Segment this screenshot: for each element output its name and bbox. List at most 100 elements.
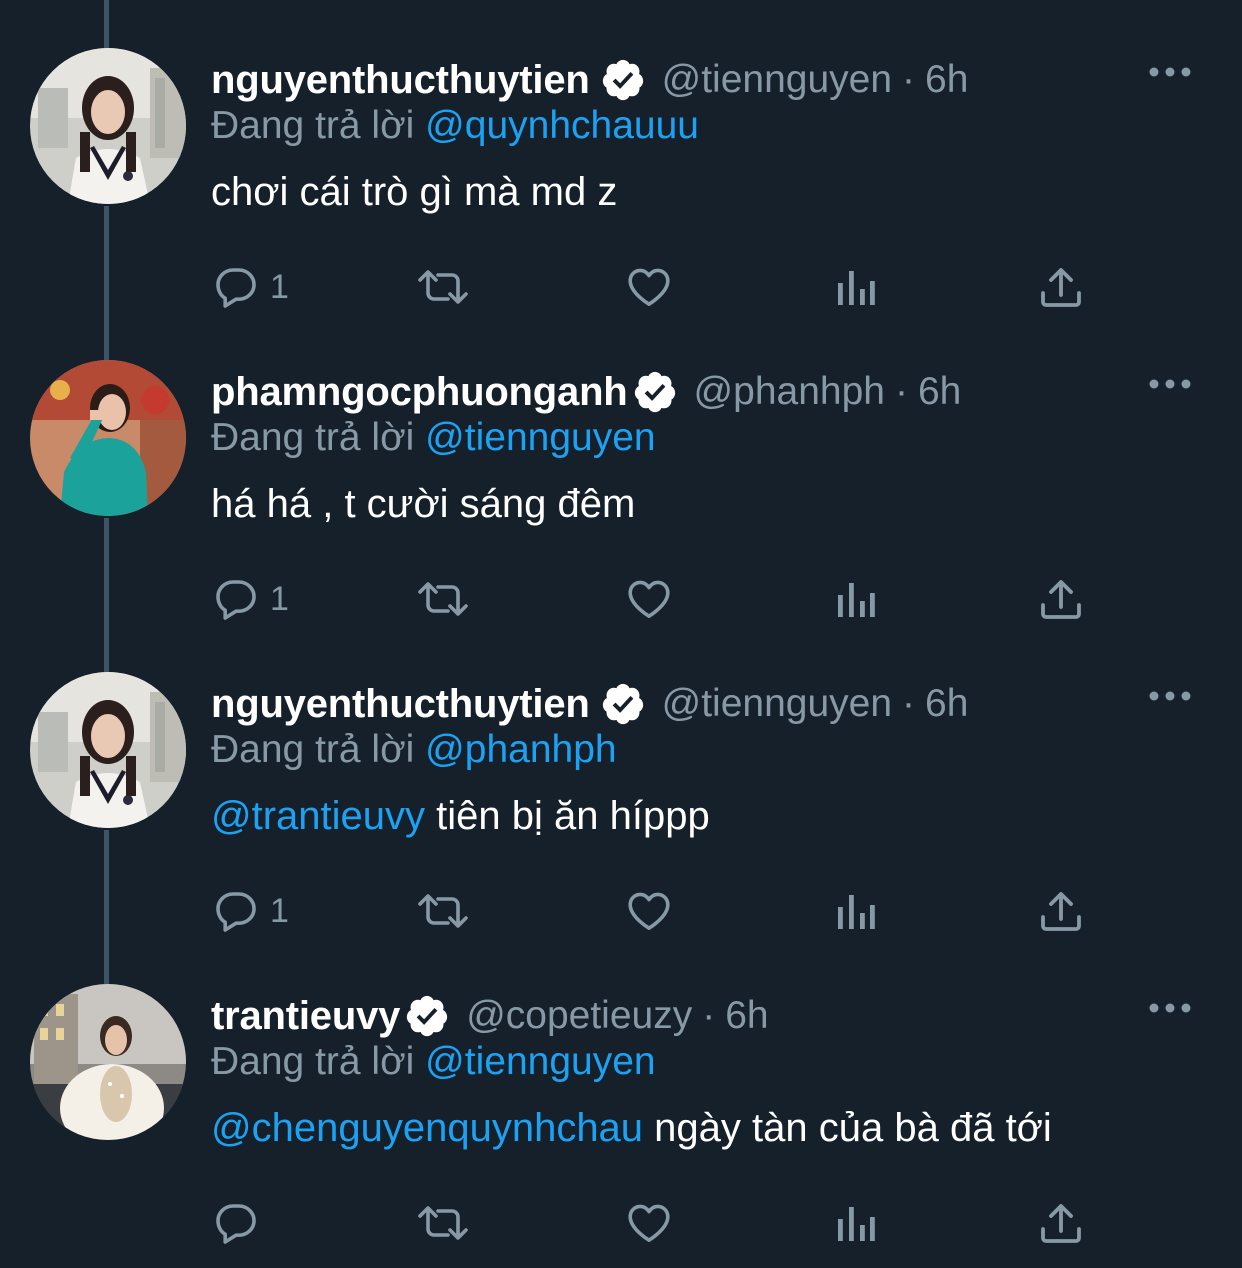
heart-icon: [625, 575, 673, 623]
tweet-header: phamngocphuonganh @phanhph · 6h: [211, 364, 961, 420]
heart-icon: [625, 1199, 673, 1247]
reply-button[interactable]: 1: [212, 886, 289, 936]
reply-button[interactable]: 1: [212, 574, 289, 624]
separator-dot: ·: [902, 58, 916, 101]
reply-icon: [212, 1199, 260, 1247]
replying-prefix: Đang trả lời: [211, 728, 415, 771]
text-mention[interactable]: @chenguyenquynhchau: [211, 1106, 643, 1150]
like-button[interactable]: [625, 574, 673, 624]
reply-count: 1: [270, 579, 289, 618]
replying-prefix: Đang trả lời: [211, 416, 415, 459]
separator-dot: ·: [702, 994, 716, 1037]
tweet[interactable]: nguyenthucthuytien @tiennguyen · 6h Đang…: [0, 0, 1242, 312]
user-handle[interactable]: @phanhph: [694, 370, 885, 414]
like-button[interactable]: [625, 262, 673, 312]
avatar[interactable]: [30, 672, 186, 828]
verified-badge-icon: [632, 369, 678, 415]
timestamp[interactable]: 6h: [925, 58, 968, 102]
text-body: ngày tàn của bà đã tới: [643, 1106, 1052, 1150]
share-button[interactable]: [1038, 886, 1084, 936]
tweet-actions: 1: [0, 886, 1242, 936]
verified-badge-icon: [600, 57, 646, 103]
replying-prefix: Đang trả lời: [211, 104, 415, 147]
share-button[interactable]: [1038, 574, 1084, 624]
retweet-icon: [416, 1199, 470, 1247]
like-button[interactable]: [625, 1198, 673, 1248]
separator-dot: ·: [902, 682, 916, 725]
verified-badge-icon: [600, 681, 646, 727]
stats-button[interactable]: [834, 574, 878, 624]
more-icon[interactable]: [1148, 684, 1192, 708]
reply-icon: [212, 887, 260, 935]
heart-icon: [625, 263, 673, 311]
share-icon: [1038, 887, 1084, 935]
replying-to: Đang trả lời @tiennguyen: [211, 416, 656, 460]
user-handle[interactable]: @tiennguyen: [662, 682, 892, 726]
like-button[interactable]: [625, 886, 673, 936]
stats-button[interactable]: [834, 1198, 878, 1248]
replying-to-mention[interactable]: @quynhchauuu: [425, 104, 699, 147]
reply-button[interactable]: [212, 1198, 270, 1248]
retweet-button[interactable]: [416, 886, 470, 936]
more-icon[interactable]: [1148, 60, 1192, 84]
replying-to-mention[interactable]: @tiennguyen: [425, 1040, 655, 1083]
replying-to-mention[interactable]: @phanhph: [425, 728, 616, 771]
stats-button[interactable]: [834, 886, 878, 936]
timestamp[interactable]: 6h: [925, 682, 968, 726]
text-body: há há , t cười sáng đêm: [211, 482, 636, 526]
replying-to: Đang trả lời @phanhph: [211, 728, 617, 772]
reply-icon: [212, 575, 260, 623]
display-name[interactable]: nguyenthucthuytien: [211, 58, 590, 103]
tweet-text: @trantieuvy tiên bị ăn híppp: [211, 794, 710, 839]
tweet[interactable]: trantieuvy @copetieuzy · 6h Đang trả lời…: [0, 936, 1242, 1248]
stats-icon: [834, 1199, 878, 1247]
share-icon: [1038, 575, 1084, 623]
retweet-icon: [416, 575, 470, 623]
tweet-header: nguyenthucthuytien @tiennguyen · 6h: [211, 52, 968, 108]
replying-prefix: Đang trả lời: [211, 1040, 415, 1083]
tweet-header: trantieuvy @copetieuzy · 6h: [211, 988, 769, 1044]
tweet-actions: 1: [0, 262, 1242, 312]
share-icon: [1038, 263, 1084, 311]
text-mention[interactable]: @trantieuvy: [211, 794, 425, 838]
user-handle[interactable]: @copetieuzy: [466, 994, 692, 1038]
tweet-actions: [0, 1198, 1242, 1248]
tweet-header: nguyenthucthuytien @tiennguyen · 6h: [211, 676, 968, 732]
reply-icon: [212, 263, 260, 311]
display-name[interactable]: trantieuvy: [211, 994, 400, 1039]
retweet-button[interactable]: [416, 574, 470, 624]
tweet-text: @chenguyenquynhchau ngày tàn của bà đã t…: [211, 1106, 1052, 1151]
tweet[interactable]: phamngocphuonganh @phanhph · 6h Đang trả…: [0, 312, 1242, 624]
avatar[interactable]: [30, 48, 186, 204]
heart-icon: [625, 887, 673, 935]
retweet-icon: [416, 887, 470, 935]
text-body: tiên bị ăn híppp: [425, 794, 710, 838]
tweet[interactable]: nguyenthucthuytien @tiennguyen · 6h Đang…: [0, 624, 1242, 936]
share-icon: [1038, 1199, 1084, 1247]
stats-button[interactable]: [834, 262, 878, 312]
share-button[interactable]: [1038, 1198, 1084, 1248]
display-name[interactable]: phamngocphuonganh: [211, 370, 628, 415]
retweet-icon: [416, 263, 470, 311]
retweet-button[interactable]: [416, 1198, 470, 1248]
replying-to: Đang trả lời @quynhchauuu: [211, 104, 699, 148]
replying-to-mention[interactable]: @tiennguyen: [425, 416, 655, 459]
reply-button[interactable]: 1: [212, 262, 289, 312]
more-icon[interactable]: [1148, 996, 1192, 1020]
share-button[interactable]: [1038, 262, 1084, 312]
retweet-button[interactable]: [416, 262, 470, 312]
stats-icon: [834, 263, 878, 311]
user-handle[interactable]: @tiennguyen: [662, 58, 892, 102]
display-name[interactable]: nguyenthucthuytien: [211, 682, 590, 727]
more-icon[interactable]: [1148, 372, 1192, 396]
replying-to: Đang trả lời @tiennguyen: [211, 1040, 656, 1084]
reply-count: 1: [270, 891, 289, 930]
reply-count: 1: [270, 267, 289, 306]
avatar[interactable]: [30, 984, 186, 1140]
timestamp[interactable]: 6h: [725, 994, 768, 1038]
verified-badge-icon: [404, 993, 450, 1039]
stats-icon: [834, 575, 878, 623]
timestamp[interactable]: 6h: [918, 370, 961, 414]
avatar[interactable]: [30, 360, 186, 516]
tweet-text: chơi cái trò gì mà md z: [211, 170, 617, 215]
